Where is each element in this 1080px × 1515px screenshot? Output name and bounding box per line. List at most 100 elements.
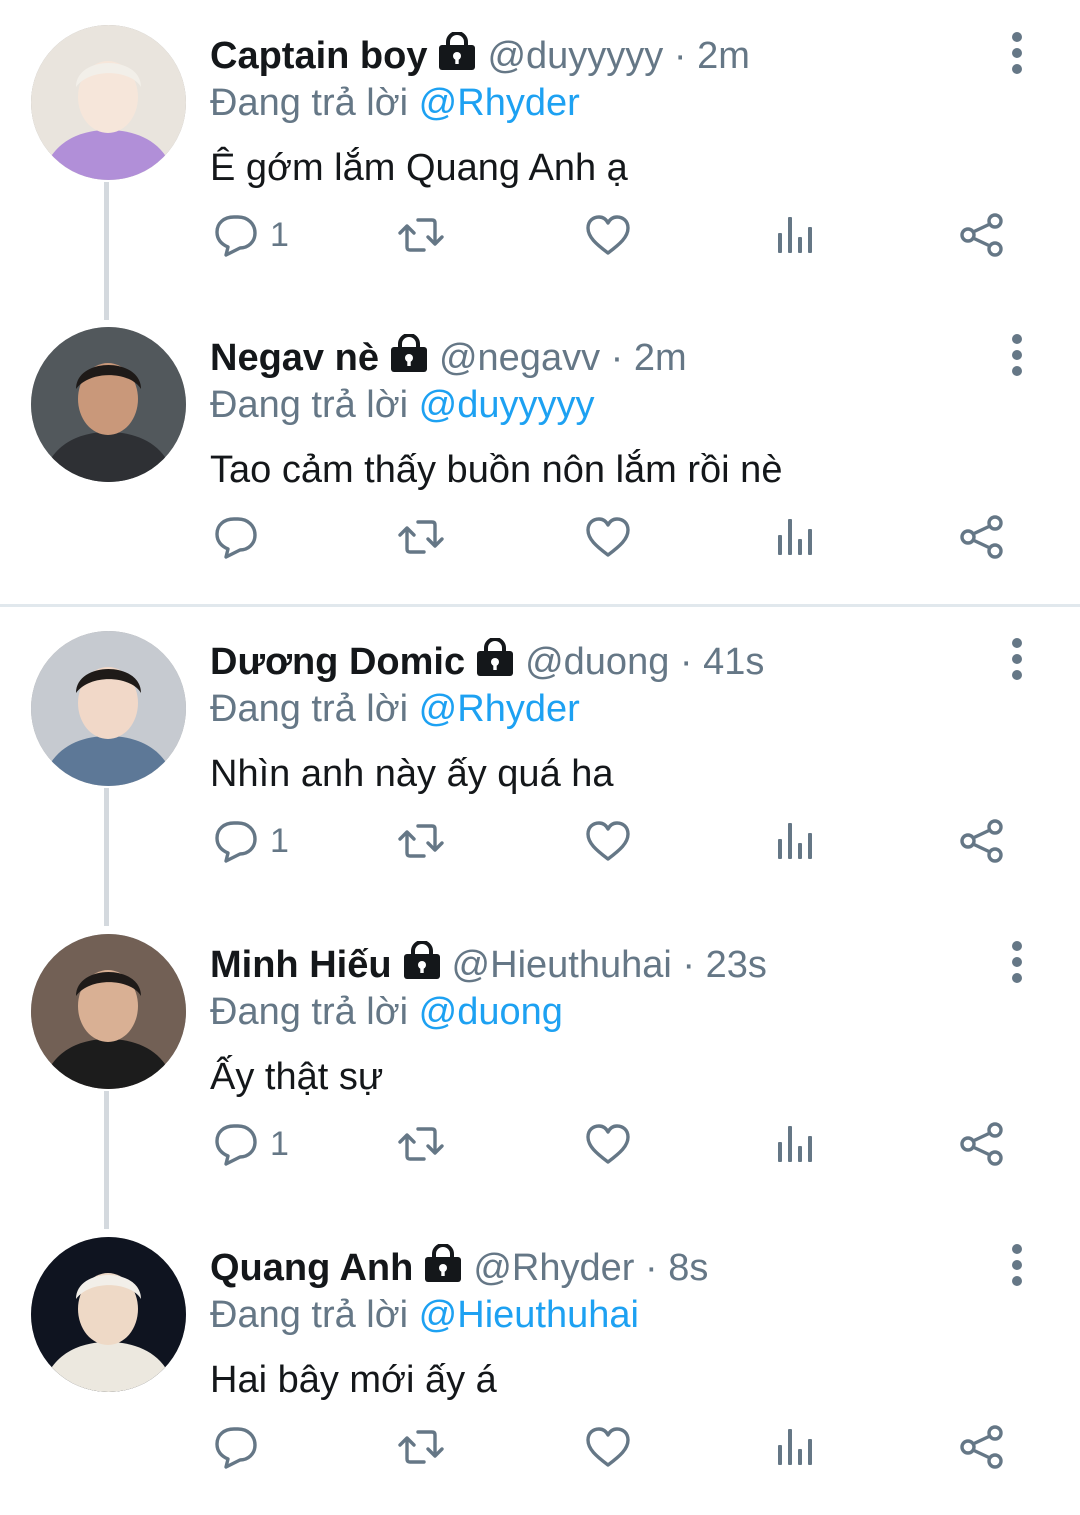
tweet[interactable]: Negav nè @negavv · 2m Đang trả lời @duyyyy… (0, 302, 1080, 605)
retweet-button[interactable] (397, 811, 445, 871)
share-button[interactable] (958, 507, 1006, 567)
separator-dot: · (669, 641, 704, 683)
analytics-button[interactable] (772, 811, 820, 871)
display-name[interactable]: Quang Anh (210, 1247, 413, 1289)
user-handle[interactable]: @duong (525, 641, 669, 683)
like-button[interactable] (584, 1114, 632, 1174)
analytics-button[interactable] (772, 205, 820, 265)
reply-button[interactable]: 1 (212, 205, 289, 265)
share-icon (958, 817, 1006, 865)
avatar[interactable] (31, 631, 186, 786)
display-name[interactable]: Dương Domic (210, 641, 465, 683)
tweet[interactable]: Captain boy @duyyyyy · 2m Đang trả lời @Rh… (0, 0, 1080, 320)
replying-to-handle[interactable]: @duyyyyy (419, 384, 595, 426)
reply-icon (212, 513, 260, 561)
like-button[interactable] (584, 507, 632, 567)
like-button[interactable] (584, 811, 632, 871)
tweet-actions: 1 (0, 1114, 1080, 1174)
lock-icon (435, 32, 479, 72)
like-icon (584, 513, 632, 561)
timestamp[interactable]: 2m (697, 35, 750, 77)
avatar-photo (31, 934, 186, 1089)
thread-divider (0, 604, 1080, 607)
reply-count: 1 (270, 821, 289, 860)
analytics-button[interactable] (772, 1417, 820, 1477)
display-name[interactable]: Minh Hiếu (210, 944, 392, 986)
lock-icon (473, 638, 517, 678)
replying-to-handle[interactable]: @Rhyder (419, 82, 580, 124)
like-icon (584, 817, 632, 865)
user-handle[interactable]: @duyyyyy (487, 35, 663, 77)
tweet[interactable]: Quang Anh @Rhyder · 8s Đang trả lời @Hieut… (0, 1212, 1080, 1515)
like-button[interactable] (584, 1417, 632, 1477)
replying-to: Đang trả lời @duong (210, 989, 563, 1035)
replying-to-handle[interactable]: @Rhyder (419, 688, 580, 730)
tweet-text: Hai bây mới ấy á (210, 1359, 497, 1401)
retweet-icon (397, 1423, 445, 1471)
retweet-icon (397, 211, 445, 259)
avatar[interactable] (31, 934, 186, 1089)
tweet-header: Negav nè @negavv · 2m (210, 334, 687, 381)
tweet-actions: 1 (0, 205, 1080, 265)
analytics-button[interactable] (772, 1114, 820, 1174)
lock-icon (387, 334, 431, 374)
tweet-header: Captain boy @duyyyyy · 2m (210, 32, 750, 79)
retweet-icon (397, 513, 445, 561)
retweet-icon (397, 1120, 445, 1168)
timestamp[interactable]: 8s (668, 1247, 708, 1289)
avatar[interactable] (31, 1237, 186, 1392)
analytics-icon (772, 211, 820, 259)
replying-to: Đang trả lời @duyyyyy (210, 382, 595, 428)
more-options-icon[interactable] (1000, 939, 1034, 985)
timestamp[interactable]: 23s (706, 944, 767, 986)
retweet-button[interactable] (397, 1114, 445, 1174)
tweet-text: Ê gớm lắm Quang Anh ạ (210, 147, 628, 189)
reply-button[interactable]: 1 (212, 1114, 289, 1174)
replying-to-handle[interactable]: @Hieuthuhai (419, 1294, 639, 1336)
retweet-icon (397, 817, 445, 865)
user-handle[interactable]: @Rhyder (473, 1247, 634, 1289)
replying-to-label: Đang trả lời (210, 384, 409, 426)
tweet-header: Dương Domic @duong · 41s (210, 638, 764, 685)
analytics-icon (772, 1120, 820, 1168)
replying-to-label: Đang trả lời (210, 991, 409, 1033)
display-name[interactable]: Captain boy (210, 35, 427, 77)
analytics-button[interactable] (772, 507, 820, 567)
timestamp[interactable]: 41s (703, 641, 764, 683)
display-name[interactable]: Negav nè (210, 337, 379, 379)
reply-icon (212, 1423, 260, 1471)
lock-icon (400, 941, 444, 981)
analytics-icon (772, 513, 820, 561)
reply-button[interactable]: 1 (212, 811, 289, 871)
like-icon (584, 1423, 632, 1471)
more-options-icon[interactable] (1000, 30, 1034, 76)
replying-to-handle[interactable]: @duong (419, 991, 563, 1033)
share-button[interactable] (958, 811, 1006, 871)
thread-connector-line (104, 1091, 109, 1229)
timestamp[interactable]: 2m (634, 337, 687, 379)
avatar[interactable] (31, 25, 186, 180)
replying-to: Đang trả lời @Rhyder (210, 80, 580, 126)
tweet[interactable]: Minh Hiếu @Hieuthuhai · 23s Đang trả lời @… (0, 909, 1080, 1229)
reply-button[interactable] (212, 507, 260, 567)
tweet-text: Ấy thật sự (210, 1056, 384, 1098)
tweet[interactable]: Dương Domic @duong · 41s Đang trả lời @Rhy… (0, 606, 1080, 926)
avatar[interactable] (31, 327, 186, 482)
share-button[interactable] (958, 1417, 1006, 1477)
retweet-button[interactable] (397, 1417, 445, 1477)
reply-button[interactable] (212, 1417, 260, 1477)
like-button[interactable] (584, 205, 632, 265)
more-options-icon[interactable] (1000, 636, 1034, 682)
separator-dot: · (671, 944, 706, 986)
more-options-icon[interactable] (1000, 1242, 1034, 1288)
share-button[interactable] (958, 1114, 1006, 1174)
replying-to: Đang trả lời @Hieuthuhai (210, 1292, 639, 1338)
retweet-button[interactable] (397, 205, 445, 265)
avatar-photo (31, 25, 186, 180)
user-handle[interactable]: @Hieuthuhai (452, 944, 672, 986)
tweet-header: Minh Hiếu @Hieuthuhai · 23s (210, 941, 767, 988)
more-options-icon[interactable] (1000, 332, 1034, 378)
user-handle[interactable]: @negavv (439, 337, 600, 379)
retweet-button[interactable] (397, 507, 445, 567)
share-button[interactable] (958, 205, 1006, 265)
